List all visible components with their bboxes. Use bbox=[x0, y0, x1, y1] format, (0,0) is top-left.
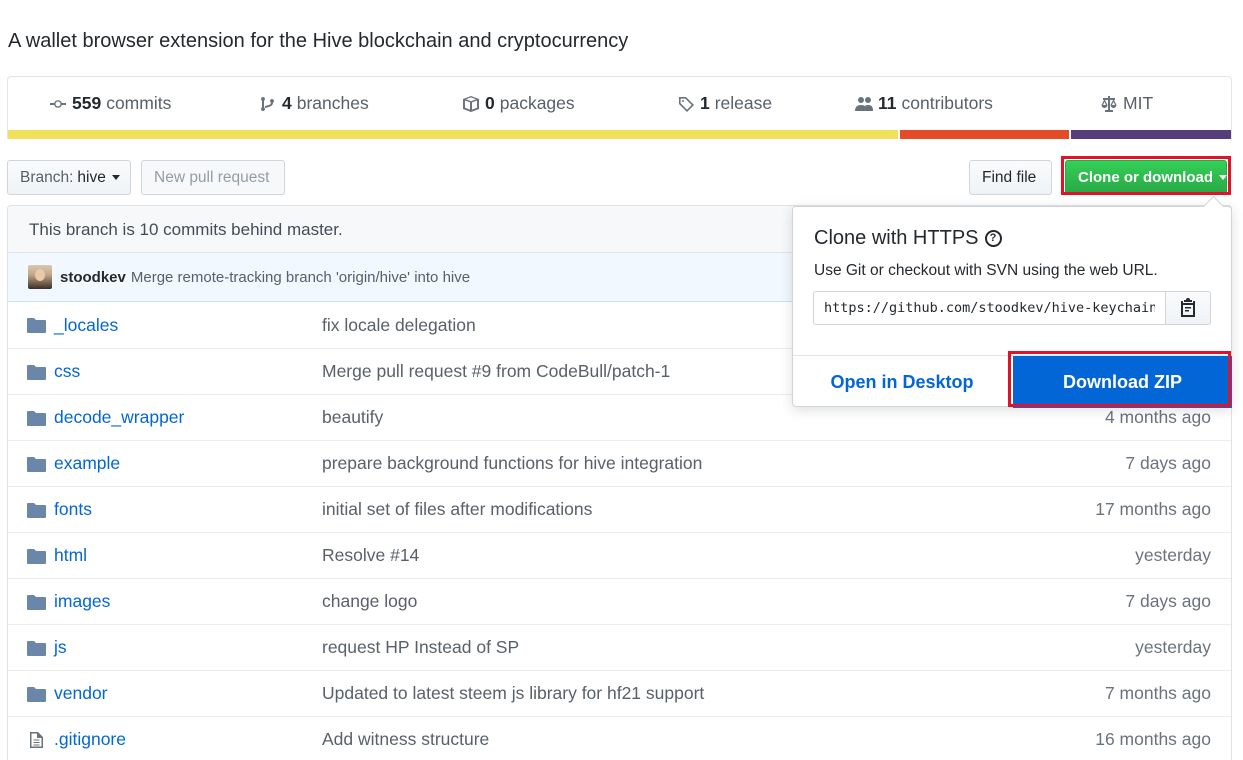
file-age: 16 months ago bbox=[1095, 729, 1211, 749]
file-age: 7 days ago bbox=[1125, 453, 1211, 473]
folder-icon bbox=[27, 640, 46, 656]
releases-link[interactable]: 1 release bbox=[677, 93, 772, 114]
avatar[interactable] bbox=[28, 265, 52, 289]
file-name-link[interactable]: js bbox=[54, 637, 67, 658]
license-label: MIT bbox=[1123, 93, 1154, 113]
file-name-link[interactable]: fonts bbox=[54, 499, 92, 520]
file-commit-message[interactable]: Resolve #14 bbox=[322, 545, 419, 566]
commit-message[interactable]: Merge remote-tracking branch 'origin/hiv… bbox=[131, 269, 470, 286]
tag-icon bbox=[679, 96, 694, 112]
file-age: 17 months ago bbox=[1095, 499, 1211, 519]
packages-link[interactable]: 0 packages bbox=[462, 93, 575, 114]
branch-prefix: Branch: bbox=[20, 168, 74, 186]
language-bar[interactable] bbox=[8, 130, 1232, 139]
package-icon bbox=[463, 95, 479, 112]
question-icon[interactable]: ? bbox=[984, 230, 1002, 247]
releases-label: release bbox=[714, 93, 773, 113]
open-in-desktop-button[interactable]: Open in Desktop bbox=[793, 356, 1011, 408]
file-commit-message[interactable]: Updated to latest steem js library for h… bbox=[322, 683, 704, 704]
find-file-label: Find file bbox=[982, 168, 1037, 186]
folder-icon bbox=[27, 456, 46, 472]
folder-icon bbox=[27, 410, 46, 426]
file-commit-message[interactable]: change logo bbox=[322, 591, 417, 612]
table-row: .gitignore Add witness structure 16 months… bbox=[8, 716, 1231, 760]
packages-count: 0 bbox=[485, 93, 495, 113]
table-row: images change logo 7 days ago bbox=[8, 578, 1231, 624]
chevron-down-icon bbox=[1219, 175, 1227, 180]
packages-label: packages bbox=[499, 93, 575, 113]
repo-description: A wallet browser extension for the Hive … bbox=[8, 30, 629, 52]
clone-url-input[interactable] bbox=[813, 291, 1166, 325]
language-bar-segment[interactable] bbox=[8, 130, 898, 139]
branch-name: hive bbox=[77, 168, 106, 186]
contributors-count: 11 bbox=[878, 93, 897, 113]
file-name-link[interactable]: vendor bbox=[54, 683, 108, 704]
folder-icon bbox=[27, 548, 46, 564]
law-icon bbox=[1101, 95, 1117, 112]
branches-label: branches bbox=[296, 93, 369, 113]
file-name-link[interactable]: .gitignore bbox=[54, 729, 126, 750]
contributors-label: contributors bbox=[901, 93, 993, 113]
people-icon bbox=[855, 96, 873, 111]
commits-icon bbox=[50, 99, 66, 108]
file-commit-message[interactable]: initial set of files after modifications bbox=[322, 499, 592, 520]
commits-count: 559 bbox=[72, 93, 102, 113]
file-commit-message[interactable]: fix locale delegation bbox=[322, 315, 476, 336]
file-name-link[interactable]: images bbox=[54, 591, 110, 612]
file-commit-message[interactable]: Merge pull request #9 from CodeBull/patc… bbox=[322, 361, 670, 382]
repo-summary-bar: 559 commits 4 branches 0 packages 1 rele… bbox=[7, 76, 1232, 139]
table-row: example prepare background functions for … bbox=[8, 440, 1231, 486]
file-icon bbox=[27, 732, 46, 748]
file-commit-message[interactable]: beautify bbox=[322, 407, 383, 428]
file-commit-message[interactable]: prepare background functions for hive in… bbox=[322, 453, 702, 474]
folder-icon bbox=[27, 317, 46, 333]
commits-link[interactable]: 559 commits bbox=[49, 93, 171, 114]
folder-icon bbox=[27, 594, 46, 610]
clone-dropdown: Clone with HTTPS ? Use Git or checkout w… bbox=[792, 206, 1232, 408]
file-name-link[interactable]: _locales bbox=[54, 315, 118, 336]
clone-dropdown-footer: Open in Desktop Download ZIP bbox=[793, 355, 1232, 408]
table-row: vendor Updated to latest steem js library… bbox=[8, 670, 1231, 716]
license-link[interactable]: MIT bbox=[1100, 93, 1153, 114]
file-commit-message[interactable]: Add witness structure bbox=[322, 729, 489, 750]
clone-or-download-button[interactable]: Clone or download bbox=[1065, 160, 1227, 195]
file-name-link[interactable]: css bbox=[54, 361, 80, 382]
find-file-button[interactable]: Find file bbox=[969, 160, 1052, 195]
chevron-down-icon bbox=[111, 175, 120, 180]
new-pull-request-button[interactable]: New pull request bbox=[141, 160, 285, 195]
file-name-link[interactable]: html bbox=[54, 545, 87, 566]
folder-icon bbox=[27, 502, 46, 518]
clone-or-download-label: Clone or download bbox=[1078, 169, 1213, 186]
file-age: yesterday bbox=[1135, 545, 1211, 565]
file-name-link[interactable]: example bbox=[54, 453, 120, 474]
branch-icon bbox=[261, 96, 274, 111]
clone-title-text: Clone with HTTPS bbox=[814, 227, 979, 249]
clone-dropdown-subtitle: Use Git or checkout with SVN using the w… bbox=[814, 262, 1158, 279]
clipboard-icon bbox=[1181, 298, 1195, 317]
file-commit-message[interactable]: request HP Instead of SP bbox=[322, 637, 519, 658]
language-bar-segment[interactable] bbox=[1071, 130, 1232, 139]
copy-url-button[interactable] bbox=[1165, 291, 1211, 325]
commit-author[interactable]: stoodkev bbox=[60, 269, 126, 286]
branch-select-button[interactable]: Branch: hive bbox=[7, 160, 131, 195]
language-bar-segment[interactable] bbox=[899, 130, 1070, 139]
folder-icon bbox=[27, 364, 46, 380]
branches-count: 4 bbox=[282, 93, 292, 113]
clone-dropdown-title: Clone with HTTPS ? bbox=[814, 227, 1002, 250]
file-name-link[interactable]: decode_wrapper bbox=[54, 407, 184, 428]
file-age: 4 months ago bbox=[1104, 407, 1211, 427]
contributors-link[interactable]: 11 contributors bbox=[855, 93, 993, 114]
table-row: js request HP Instead of SP yesterday bbox=[8, 624, 1231, 670]
new-pull-request-label: New pull request bbox=[154, 168, 270, 186]
file-age: 7 days ago bbox=[1125, 591, 1211, 611]
download-zip-button[interactable]: Download ZIP bbox=[1013, 356, 1232, 408]
branches-link[interactable]: 4 branches bbox=[259, 93, 369, 114]
file-age: yesterday bbox=[1135, 637, 1211, 657]
table-row: fonts initial set of files after modifica… bbox=[8, 486, 1231, 532]
commits-label: commits bbox=[106, 93, 172, 113]
folder-icon bbox=[27, 686, 46, 702]
table-row: html Resolve #14 yesterday bbox=[8, 532, 1231, 578]
releases-count: 1 bbox=[700, 93, 710, 113]
file-age: 7 months ago bbox=[1104, 683, 1211, 703]
